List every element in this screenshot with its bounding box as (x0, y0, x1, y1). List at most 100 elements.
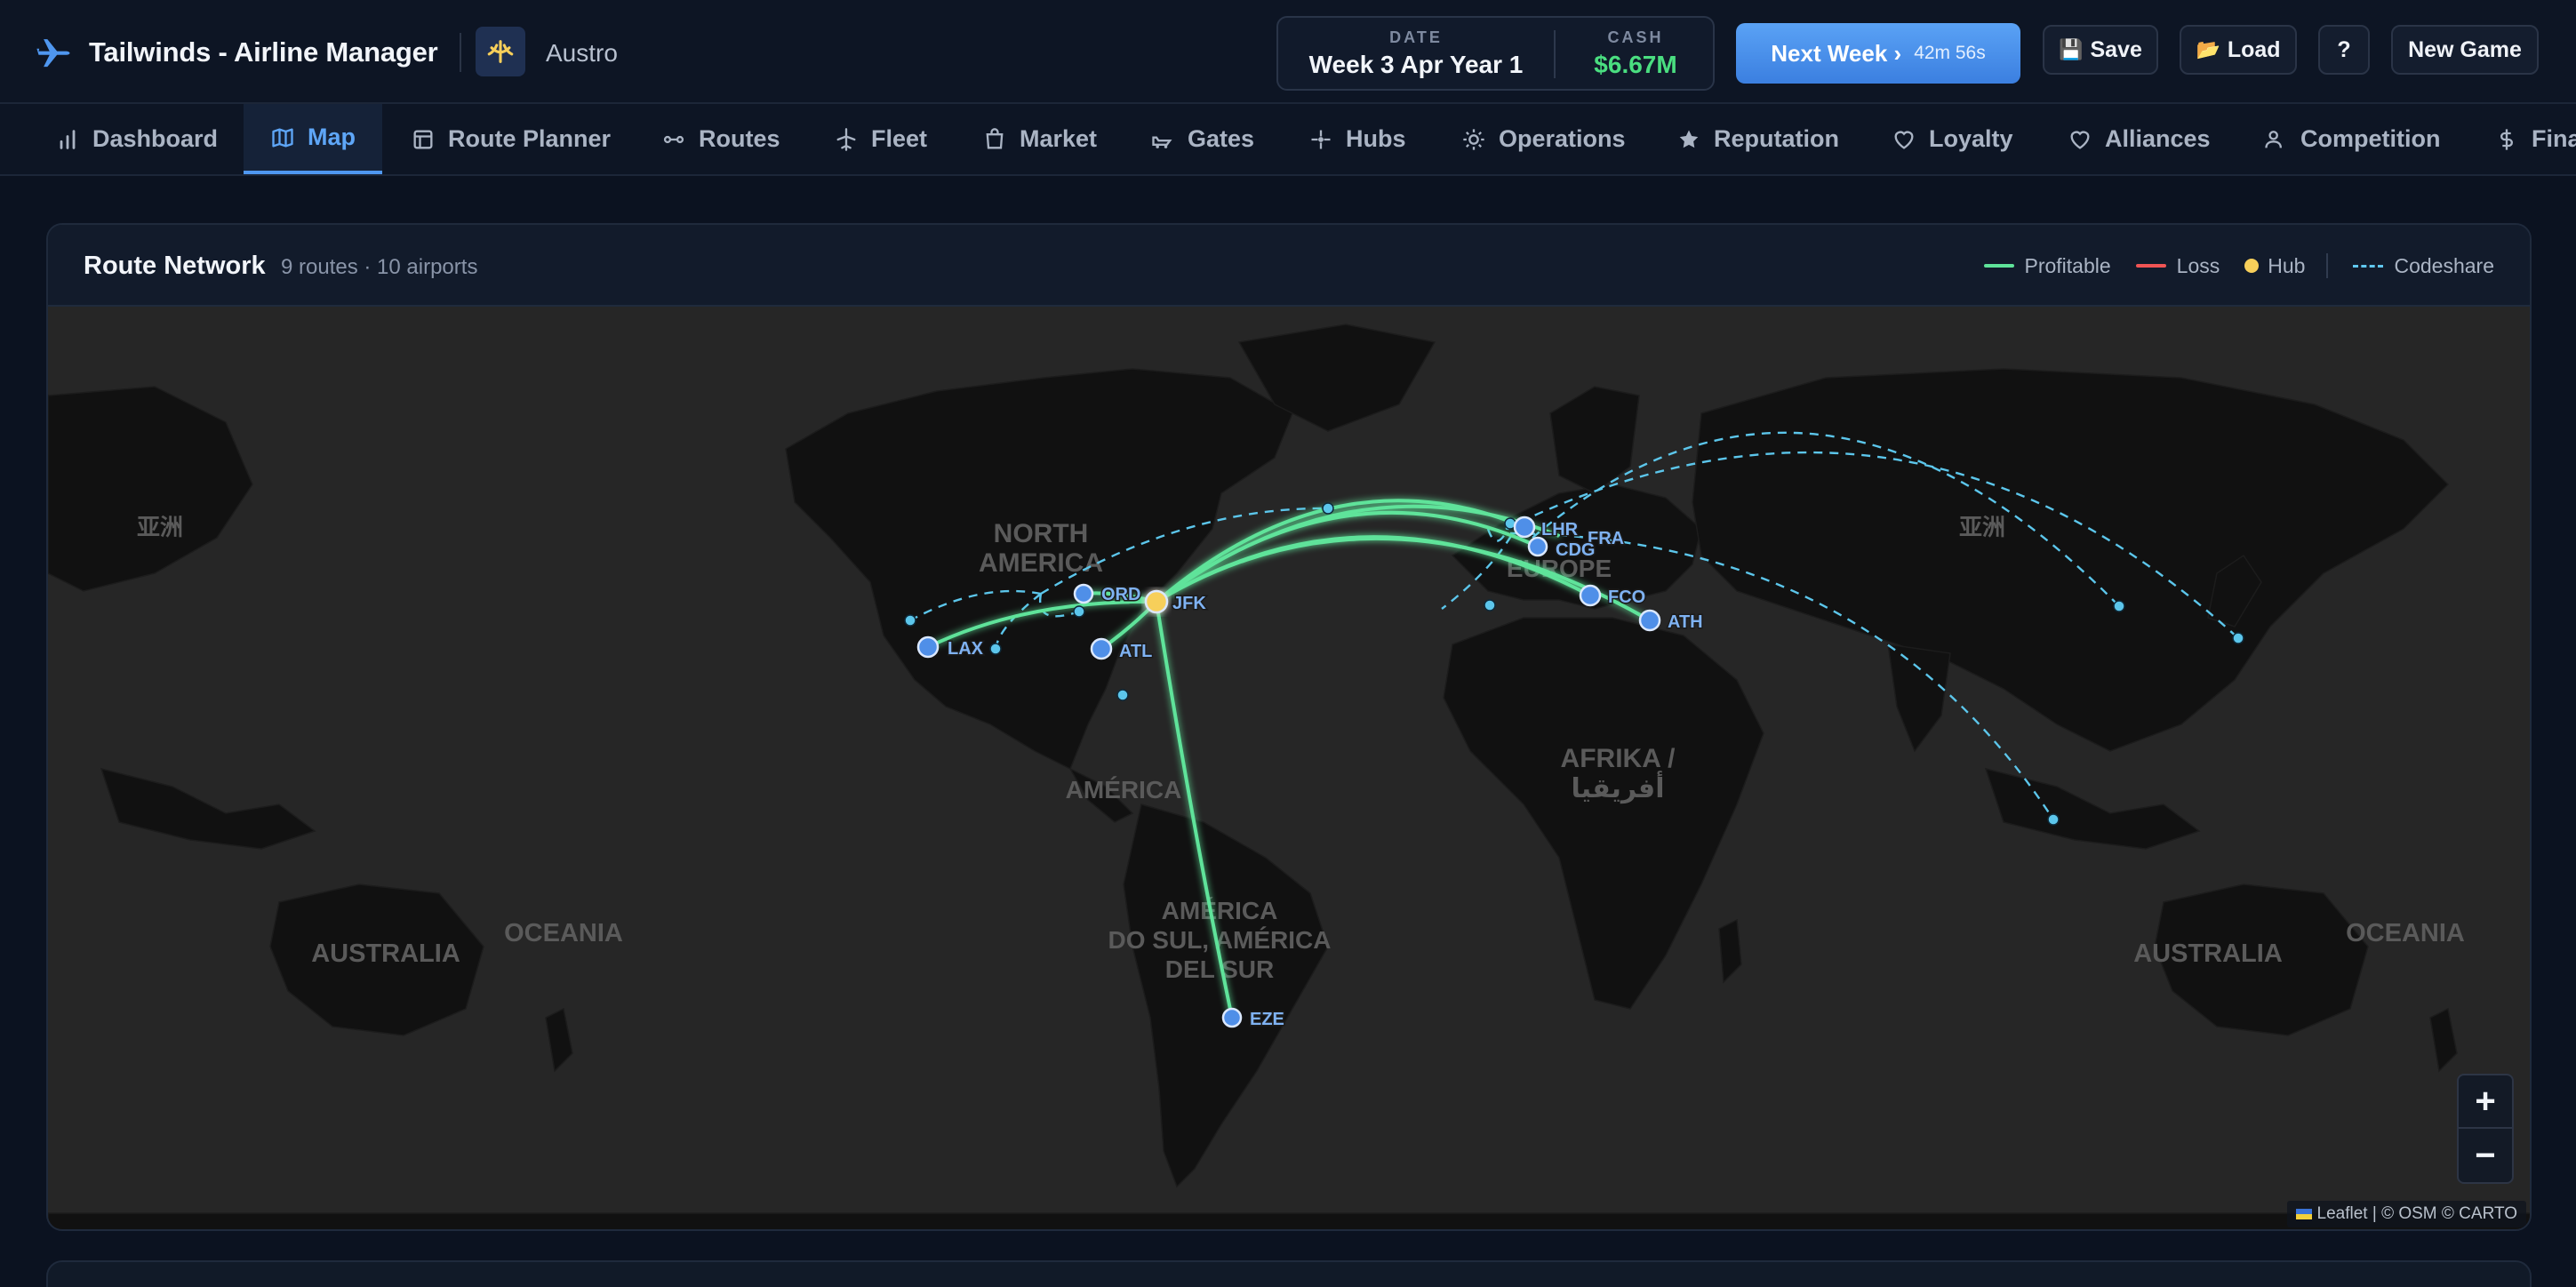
airport-label: ATH (1668, 612, 1703, 632)
codeshare-airport[interactable] (2047, 813, 2060, 826)
next-week-button[interactable]: Next Week › 42m 56s (1736, 23, 2020, 84)
region-label: OCEANIA (2346, 919, 2465, 947)
airport-label: JFK (1172, 594, 1206, 613)
tab-label: Market (1020, 125, 1098, 152)
next-panel-edge (46, 1260, 2532, 1287)
region-label: AMERICA (979, 548, 1103, 578)
region-label: 亚洲 (137, 514, 183, 540)
help-button[interactable]: ? (2318, 25, 2370, 75)
airport-ath[interactable] (1638, 609, 1661, 632)
legend-loss: Loss (2135, 253, 2220, 278)
heart-icon (1894, 130, 1914, 149)
airport-lax[interactable] (916, 636, 940, 659)
load-label: Load (2227, 36, 2281, 62)
cash-display: CASH $6.67M (1556, 18, 1716, 89)
zoom-out-button[interactable]: − (2459, 1129, 2512, 1182)
load-button[interactable]: 📂 Load (2180, 25, 2297, 75)
tab-gates[interactable]: Gates (1150, 104, 1254, 174)
codeshare-airport[interactable] (1116, 689, 1129, 701)
codeshare-airport[interactable] (1322, 502, 1334, 515)
region-label: AUSTRALIA (2133, 939, 2283, 968)
tab-dashboard[interactable]: Dashboard (55, 104, 218, 174)
airport-cdg[interactable] (1527, 536, 1548, 557)
legend-hub: Hub (2244, 254, 2305, 278)
region-label: NORTH (994, 519, 1089, 548)
airport-eze[interactable] (1221, 1007, 1243, 1028)
airport-label: CDG (1556, 540, 1595, 560)
tab-label: Alliances (2105, 125, 2211, 152)
tab-routes[interactable]: Routes (661, 104, 780, 174)
region-label: 亚洲 (1959, 514, 2005, 540)
gate-icon (1152, 136, 1172, 148)
codeshare-airport[interactable] (1484, 599, 1496, 612)
region-label: أفريقيا (1572, 771, 1665, 803)
airport-lhr[interactable] (1513, 516, 1536, 539)
tab-fleet[interactable]: Fleet (834, 104, 927, 174)
save-label: Save (2090, 36, 2142, 62)
plane-logo-icon (36, 39, 70, 68)
panel-subtitle: 9 routes · 10 airports (281, 255, 478, 279)
map-canvas[interactable]: NORTH AMERICA AMÉRICA AMÉRICA DO SUL, AM… (48, 307, 2532, 1231)
next-week-label: Next Week › (1771, 39, 1902, 67)
bar-chart-icon (60, 129, 76, 149)
brand-divider (459, 33, 461, 72)
airline-name: Austro (546, 39, 618, 67)
codeshare-airport[interactable] (1073, 605, 1085, 618)
legend-label: Hub (2268, 253, 2306, 277)
airport-label: ATL (1119, 642, 1152, 661)
brand: Tailwinds - Airline Manager (36, 30, 461, 75)
profitable-line-swatch (1983, 264, 2014, 268)
tab-hubs[interactable]: Hubs (1308, 104, 1406, 174)
tab-alliances[interactable]: Alliances (2068, 104, 2211, 174)
airport-label: LHR (1541, 520, 1579, 540)
top-header: Tailwinds - Airline Manager Austro DATE … (0, 0, 2576, 104)
airline-emblem-icon (487, 40, 514, 63)
panel-header: Route Network 9 routes · 10 airports Pro… (48, 225, 2530, 307)
tab-route-planner[interactable]: Route Planner (411, 104, 611, 174)
shopping-bag-icon (986, 127, 1004, 148)
tab-reputation[interactable]: Reputation (1676, 104, 1839, 174)
legend-label: Loss (2176, 253, 2220, 277)
star-icon (1679, 130, 1699, 148)
airport-label: ORD (1101, 585, 1140, 604)
codeshare-airport[interactable] (989, 643, 1002, 655)
tab-map[interactable]: Map (244, 104, 382, 174)
tab-loyalty[interactable]: Loyalty (1892, 104, 2013, 174)
panel-title: Route Network (84, 252, 266, 280)
region-label: AUSTRALIA (311, 939, 460, 968)
tab-label: Route Planner (448, 125, 612, 152)
zoom-in-button[interactable]: + (2459, 1075, 2512, 1129)
tab-competition[interactable]: Competition (2263, 104, 2440, 174)
airport-jfk-hub[interactable] (1144, 589, 1169, 614)
world-map[interactable]: NORTH AMERICA AMÉRICA AMÉRICA DO SUL, AM… (48, 307, 2532, 1231)
new-game-button[interactable]: New Game (2391, 25, 2539, 75)
help-label: ? (2337, 36, 2351, 62)
codeshare-airport[interactable] (2113, 600, 2125, 612)
codeshare-airport[interactable] (904, 614, 916, 627)
map-icon (272, 128, 293, 147)
tab-finances[interactable]: Fina (2494, 104, 2576, 174)
map-attribution[interactable]: Leaflet | © OSM © CARTO (2286, 1201, 2526, 1227)
tab-operations[interactable]: Operations (1461, 104, 1626, 174)
airport-ord[interactable] (1073, 583, 1094, 604)
tab-label: Routes (699, 125, 780, 152)
save-button[interactable]: 💾 Save (2043, 25, 2158, 75)
tab-label: Hubs (1346, 125, 1406, 152)
heart-icon (2070, 130, 2090, 149)
tab-label: Operations (1499, 125, 1626, 152)
hub-icon (1311, 130, 1331, 148)
legend-label: Codeshare (2394, 253, 2494, 277)
tab-label: Reputation (1714, 125, 1839, 152)
codeshare-airport[interactable] (2232, 632, 2244, 644)
map-legend: Profitable Loss Hub Codeshare (1959, 253, 2494, 278)
cash-label: CASH (1607, 28, 1664, 46)
date-cash-panel: DATE Week 3 Apr Year 1 CASH $6.67M (1276, 16, 1715, 91)
main-nav: Dashboard Map Route Planner Routes Fleet… (0, 104, 2576, 176)
hub-dot-swatch (2244, 259, 2260, 273)
airport-fco[interactable] (1579, 584, 1602, 607)
tab-market[interactable]: Market (982, 104, 1097, 174)
ukraine-flag-icon (2295, 1208, 2312, 1219)
sun-cog-icon (1463, 128, 1484, 150)
legend-profitable: Profitable (1983, 254, 2111, 278)
airport-atl[interactable] (1090, 637, 1113, 660)
